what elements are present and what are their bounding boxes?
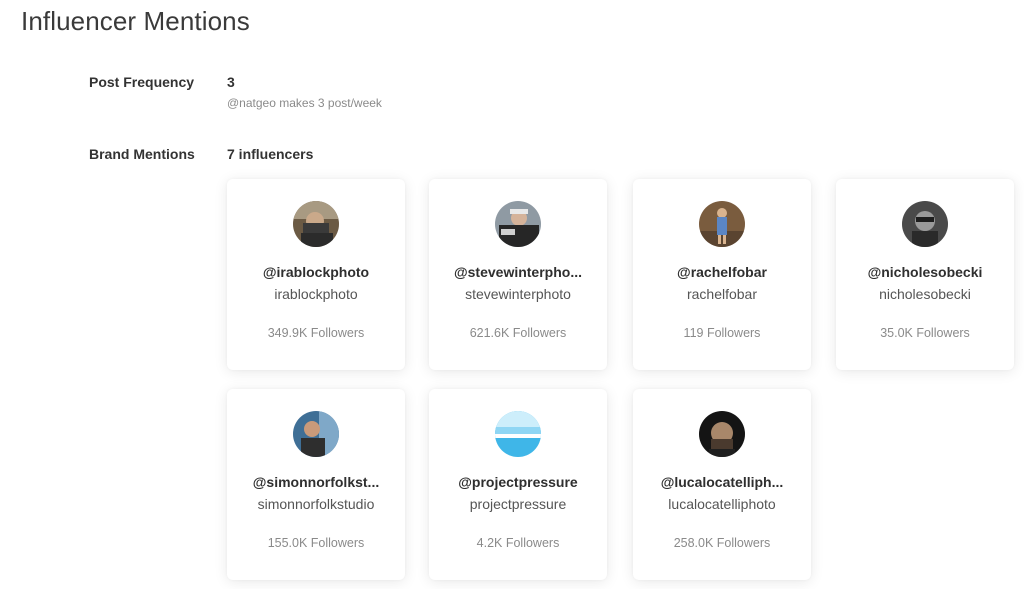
influencer-username: simonnorfolkstudio	[257, 496, 375, 512]
influencer-avatar	[699, 411, 745, 457]
post-frequency-subtext: @natgeo makes 3 post/week	[227, 96, 382, 110]
influencer-card[interactable]: @rachelfobar rachelfobar 119 Followers	[633, 179, 811, 370]
influencer-handle: @projectpressure	[458, 474, 578, 490]
influencer-handle: @lucalocatelliph...	[660, 474, 784, 490]
influencer-followers: 119 Followers	[683, 326, 761, 340]
influencer-card[interactable]: @projectpressure projectpressure 4.2K Fo…	[429, 389, 607, 580]
influencer-followers: 621.6K Followers	[469, 326, 567, 340]
brand-mentions-value: 7 influencers	[227, 146, 314, 162]
influencer-avatar	[495, 411, 541, 457]
post-frequency-label: Post Frequency	[89, 74, 195, 90]
influencer-username: rachelfobar	[686, 286, 758, 302]
influencer-avatar	[293, 411, 339, 457]
influencer-username: lucalocatelliphoto	[668, 496, 776, 512]
influencer-handle: @rachelfobar	[677, 264, 767, 280]
influencer-handle: @nicholesobecki	[867, 264, 983, 280]
brand-mentions-label: Brand Mentions	[89, 146, 195, 162]
influencer-followers: 258.0K Followers	[673, 536, 771, 550]
influencer-card[interactable]: @stevewinterpho... stevewinterphoto 621.…	[429, 179, 607, 370]
influencer-followers: 155.0K Followers	[267, 536, 365, 550]
influencer-card[interactable]: @nicholesobecki nicholesobecki 35.0K Fol…	[836, 179, 1014, 370]
influencer-followers: 349.9K Followers	[267, 326, 365, 340]
influencer-username: projectpressure	[469, 496, 567, 512]
influencer-card[interactable]: @simonnorfolkst... simonnorfolkstudio 15…	[227, 389, 405, 580]
influencer-avatar	[902, 201, 948, 247]
influencer-username: stevewinterphoto	[465, 286, 571, 302]
influencer-avatar	[495, 201, 541, 247]
influencer-username: irablockphoto	[274, 286, 358, 302]
post-frequency-value: 3	[227, 74, 235, 90]
influencer-avatar	[293, 201, 339, 247]
page-title: Influencer Mentions	[21, 6, 250, 36]
influencer-followers: 35.0K Followers	[880, 326, 970, 340]
influencer-card[interactable]: @lucalocatelliph... lucalocatelliphoto 2…	[633, 389, 811, 580]
influencer-handle: @stevewinterpho...	[453, 264, 582, 280]
influencer-handle: @irablockphoto	[262, 264, 370, 280]
influencer-card[interactable]: @irablockphoto irablockphoto 349.9K Foll…	[227, 179, 405, 370]
influencer-username: nicholesobecki	[879, 286, 971, 302]
influencer-followers: 4.2K Followers	[476, 536, 560, 550]
influencer-avatar	[699, 201, 745, 247]
influencer-handle: @simonnorfolkst...	[252, 474, 380, 490]
